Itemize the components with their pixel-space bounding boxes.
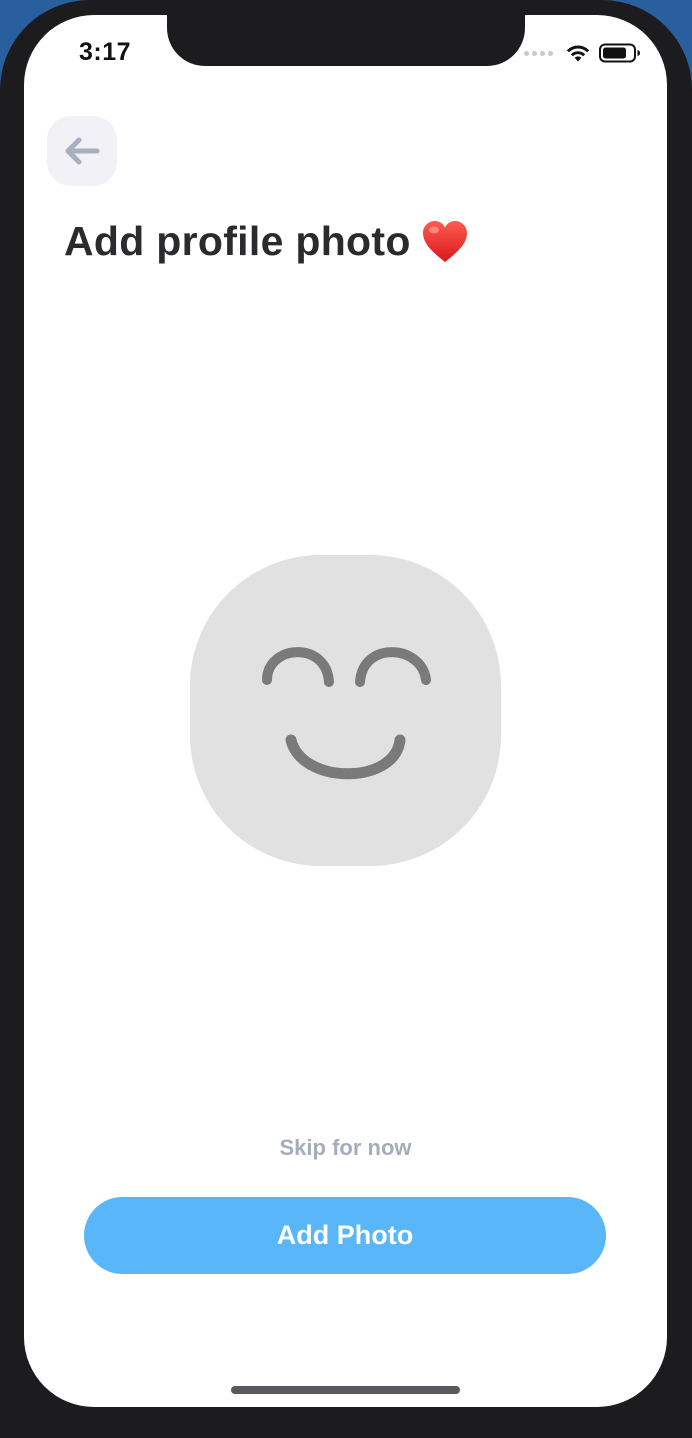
red-heart-icon (422, 220, 467, 262)
smiley-face-icon (262, 647, 431, 780)
page-title-text: Add profile photo (64, 218, 411, 264)
arrow-left-icon (65, 137, 100, 165)
status-time: 3:17 (79, 38, 132, 66)
skip-for-now-link[interactable]: Skip for now (24, 1135, 667, 1161)
phone-frame: 3:17 Add profile photo Skip for now Add … (0, 0, 692, 1438)
add-photo-button[interactable]: Add Photo (84, 1197, 606, 1274)
home-indicator[interactable] (231, 1386, 460, 1394)
device-notch (167, 15, 525, 66)
status-icons (524, 43, 641, 63)
profile-photo-placeholder[interactable] (190, 555, 501, 866)
battery-icon (599, 43, 640, 63)
wifi-icon (566, 45, 590, 62)
back-button[interactable] (47, 116, 117, 186)
page-title: Add profile photo (64, 218, 469, 265)
cellular-signal-icon (524, 50, 553, 56)
app-screen: 3:17 Add profile photo Skip for now Add … (24, 15, 667, 1407)
